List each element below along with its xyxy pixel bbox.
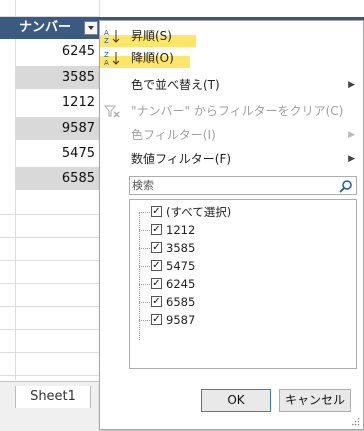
menu-item-color-filter[interactable]: 色フィルター(I) ▶ bbox=[100, 124, 363, 146]
checkbox[interactable]: ✓ bbox=[151, 314, 162, 325]
ok-button[interactable]: OK bbox=[201, 389, 271, 412]
checkbox[interactable]: ✓ bbox=[151, 278, 162, 289]
list-item[interactable]: ✓ 3585 bbox=[139, 239, 349, 257]
table-cell[interactable]: 5475 bbox=[15, 142, 99, 165]
menu-item-number-filter[interactable]: 数値フィルター(F) ▶ bbox=[100, 148, 363, 170]
grid-line bbox=[0, 329, 100, 330]
tree-line bbox=[139, 302, 150, 303]
checkbox[interactable]: ✓ bbox=[151, 242, 162, 253]
list-item[interactable]: ✓ 6585 bbox=[139, 293, 349, 311]
filter-value-list[interactable]: ✓ (すべて選択) ✓ 1212 ✓ 3585 ✓ 5475 ✓ 6245 ✓ … bbox=[129, 199, 357, 369]
menu-item-label: "ナンバー" からフィルターをクリア(C) bbox=[131, 104, 344, 118]
menu-item-label: 数値フィルター(F) bbox=[131, 152, 232, 166]
grid-line bbox=[0, 352, 100, 353]
grid-line bbox=[0, 237, 100, 238]
table-cell[interactable]: 9587 bbox=[15, 117, 99, 140]
search-input[interactable] bbox=[132, 178, 332, 193]
filter-dropdown-panel: A Z 昇順(S) Z A 降順(O) 色で並べ替え(T) ▶ "ナンバー" か… bbox=[99, 20, 364, 430]
tree-line bbox=[139, 284, 150, 285]
menu-item-label: 色フィルター(I) bbox=[131, 128, 216, 142]
list-item[interactable]: ✓ 9587 bbox=[139, 311, 349, 329]
menu-item-sort-ascending[interactable]: A Z 昇順(S) bbox=[100, 25, 363, 47]
list-item[interactable]: ✓ 6245 bbox=[139, 275, 349, 293]
search-box[interactable] bbox=[129, 176, 357, 195]
checkbox[interactable]: ✓ bbox=[151, 224, 162, 235]
submenu-arrow-icon: ▶ bbox=[348, 154, 355, 164]
menu-item-clear-filter[interactable]: "ナンバー" からフィルターをクリア(C) bbox=[100, 100, 363, 122]
cancel-button[interactable]: キャンセル bbox=[279, 389, 351, 412]
tree-line bbox=[139, 212, 150, 213]
submenu-arrow-icon: ▶ bbox=[348, 130, 355, 140]
checkbox[interactable]: ✓ bbox=[151, 296, 162, 307]
sheet-tab-label: Sheet1 bbox=[30, 389, 76, 404]
search-icon bbox=[339, 180, 352, 193]
menu-item-label: 色で並べ替え(T) bbox=[131, 78, 220, 92]
column-header-label: ナンバー bbox=[19, 20, 72, 35]
menu-item-sort-by-color[interactable]: 色で並べ替え(T) ▶ bbox=[100, 74, 363, 96]
grid-line bbox=[0, 306, 100, 307]
menu-item-sort-descending[interactable]: Z A 降順(O) bbox=[100, 47, 363, 69]
grid-line bbox=[0, 283, 100, 284]
tree-line bbox=[139, 266, 150, 267]
checkbox[interactable]: ✓ bbox=[151, 260, 162, 271]
checkbox[interactable]: ✓ bbox=[151, 206, 162, 217]
list-item[interactable]: ✓ 5475 bbox=[139, 257, 349, 275]
list-item-select-all[interactable]: ✓ (すべて選択) bbox=[139, 203, 349, 221]
sort-descending-icon: Z A bbox=[104, 51, 120, 66]
sort-ascending-icon: A Z bbox=[104, 29, 120, 44]
grid-line bbox=[0, 375, 100, 376]
list-item-label: 3585 bbox=[166, 241, 196, 255]
table-cell[interactable]: 3585 bbox=[15, 66, 99, 89]
resize-grip-icon[interactable] bbox=[352, 418, 360, 426]
sheet-tab[interactable]: Sheet1 bbox=[15, 386, 91, 408]
clear-filter-icon bbox=[103, 105, 120, 118]
tree-line bbox=[139, 320, 150, 321]
menu-item-label: 昇順(S) bbox=[131, 29, 172, 43]
tree-line bbox=[139, 248, 150, 249]
grid-line bbox=[0, 214, 100, 215]
menu-item-label: 降順(O) bbox=[131, 51, 174, 65]
table-cell[interactable]: 6245 bbox=[15, 40, 99, 63]
tree-line bbox=[139, 230, 150, 231]
list-item-label: 5475 bbox=[166, 259, 196, 273]
list-item[interactable]: ✓ 1212 bbox=[139, 221, 349, 239]
svg-text:A: A bbox=[104, 29, 109, 37]
list-item-label: 1212 bbox=[166, 223, 196, 237]
list-item-label: 6245 bbox=[166, 277, 196, 291]
list-item-label: (すべて選択) bbox=[166, 205, 232, 219]
grid-line bbox=[0, 260, 100, 261]
filter-dropdown-button[interactable] bbox=[84, 21, 98, 35]
svg-text:A: A bbox=[104, 59, 109, 66]
list-item-label: 6585 bbox=[166, 295, 196, 309]
table-cell[interactable]: 1212 bbox=[15, 91, 99, 114]
table-cell[interactable]: 6585 bbox=[15, 167, 99, 190]
list-item-label: 9587 bbox=[166, 313, 196, 327]
submenu-arrow-icon: ▶ bbox=[348, 80, 355, 90]
svg-text:Z: Z bbox=[104, 37, 109, 44]
svg-text:Z: Z bbox=[104, 51, 109, 59]
